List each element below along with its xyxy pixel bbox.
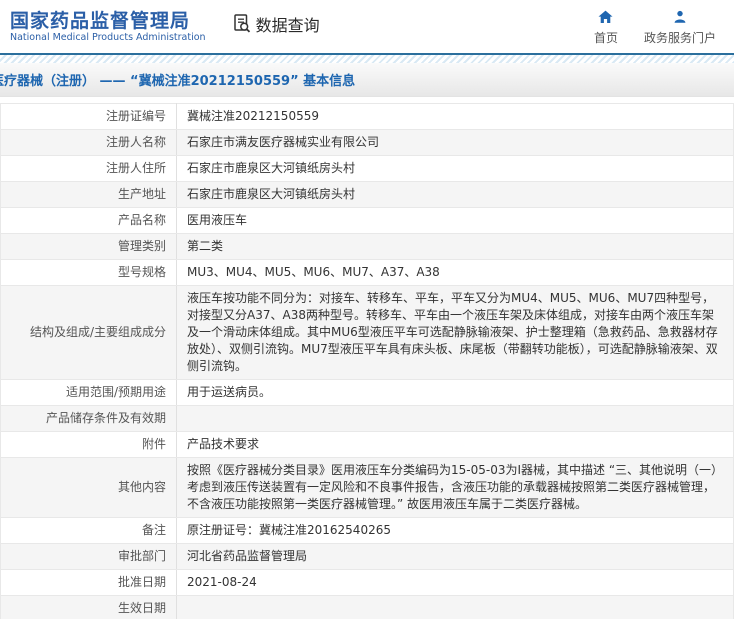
nav-home[interactable]: 首页 <box>594 8 618 46</box>
nav-data-query[interactable]: 数据查询 <box>232 12 320 36</box>
table-row: 批准日期 2021-08-24 <box>0 569 734 596</box>
table-row: 审批部门 河北省药品监督管理局 <box>0 543 734 570</box>
row-label: 产品储存条件及有效期 <box>0 405 177 432</box>
table-row: 其他内容 按照《医疗器械分类目录》医用液压车分类编码为15-05-03为Ⅰ器械，… <box>0 457 734 518</box>
row-label: 管理类别 <box>0 233 177 260</box>
row-label: 型号规格 <box>0 259 177 286</box>
nmpa-logo[interactable]: 国家药品监督管理局 National Medical Products Admi… <box>10 10 206 44</box>
row-value: 医用液压车 <box>176 207 734 234</box>
row-value: 产品技术要求 <box>176 431 734 458</box>
row-label: 注册人住所 <box>0 155 177 182</box>
row-label: 生产地址 <box>0 181 177 208</box>
table-row: 型号规格 MU3、MU4、MU5、MU6、MU7、A37、A38 <box>0 259 734 286</box>
row-value: 原注册证号：冀械注准20162540265 <box>176 517 734 544</box>
table-row: 产品储存条件及有效期 <box>0 405 734 432</box>
table-row: 适用范围/预期用途 用于运送病员。 <box>0 379 734 406</box>
row-label: 备注 <box>0 517 177 544</box>
table-row: 管理类别 第二类 <box>0 233 734 260</box>
row-value: 2021-08-24 <box>176 569 734 596</box>
row-value: 石家庄市满友医疗器械实业有限公司 <box>176 129 734 156</box>
logo-subtitle: National Medical Products Administration <box>10 31 206 43</box>
row-label: 附件 <box>0 431 177 458</box>
nav-data-query-label: 数据查询 <box>255 15 320 35</box>
row-label: 注册证编号 <box>0 103 177 130</box>
row-value: 液压车按功能不同分为：对接车、转移车、平车，平车又分为MU4、MU5、MU6、M… <box>176 285 734 380</box>
row-label: 其他内容 <box>0 457 177 518</box>
row-value: 按照《医疗器械分类目录》医用液压车分类编码为15-05-03为Ⅰ器械，其中描述 … <box>176 457 734 518</box>
row-label: 生效日期 <box>0 595 177 619</box>
table-row: 备注 原注册证号：冀械注准20162540265 <box>0 517 734 544</box>
row-value: 石家庄市鹿泉区大河镇纸房头村 <box>176 181 734 208</box>
table-row: 注册人名称 石家庄市满友医疗器械实业有限公司 <box>0 129 734 156</box>
table-row: 生产地址 石家庄市鹿泉区大河镇纸房头村 <box>0 181 734 208</box>
table-row: 注册证编号 冀械注准20212150559 <box>0 103 734 130</box>
nav-portal-label: 政务服务门户 <box>643 30 716 45</box>
row-value: 石家庄市鹿泉区大河镇纸房头村 <box>176 155 734 182</box>
table-row: 结构及组成/主要组成成分 液压车按功能不同分为：对接车、转移车、平车，平车又分为… <box>0 285 734 380</box>
row-value <box>176 595 734 619</box>
page: 国家药品监督管理局 National Medical Products Admi… <box>0 0 734 619</box>
nav-portal[interactable]: 政务服务门户 <box>644 8 716 46</box>
hatch-band <box>0 55 734 63</box>
user-icon <box>672 8 688 26</box>
row-value: 用于运送病员。 <box>176 379 734 406</box>
nav-home-label: 首页 <box>593 30 618 45</box>
row-label: 审批部门 <box>0 543 177 570</box>
logo-title: 国家药品监督管理局 <box>10 9 191 32</box>
row-value <box>176 405 734 432</box>
row-value: 河北省药品监督管理局 <box>176 543 734 570</box>
row-value: MU3、MU4、MU5、MU6、MU7、A37、A38 <box>176 259 734 286</box>
header-nav: 首页 政务服务门户 <box>594 8 716 46</box>
row-value: 冀械注准20212150559 <box>176 103 734 130</box>
table-row: 生效日期 <box>0 595 734 619</box>
table-row: 产品名称 医用液压车 <box>0 207 734 234</box>
site-header: 国家药品监督管理局 National Medical Products Admi… <box>0 0 734 53</box>
table-wrap: 注册证编号 冀械注准20212150559 注册人名称 石家庄市满友医疗器械实业… <box>0 103 734 619</box>
table-row: 附件 产品技术要求 <box>0 431 734 458</box>
row-label: 结构及组成/主要组成成分 <box>0 285 177 380</box>
breadcrumb-bar: 医疗器械（注册） —— “冀械注准20212150559” 基本信息 <box>0 63 734 97</box>
row-label: 适用范围/预期用途 <box>0 379 177 406</box>
doc-search-icon <box>232 13 252 34</box>
row-label: 产品名称 <box>0 207 177 234</box>
breadcrumb: 医疗器械（注册） —— “冀械注准20212150559” 基本信息 <box>0 74 356 89</box>
table-row: 注册人住所 石家庄市鹿泉区大河镇纸房头村 <box>0 155 734 182</box>
row-label: 注册人名称 <box>0 129 177 156</box>
row-label: 批准日期 <box>0 569 177 596</box>
row-value: 第二类 <box>176 233 734 260</box>
info-table: 注册证编号 冀械注准20212150559 注册人名称 石家庄市满友医疗器械实业… <box>0 103 734 619</box>
home-icon <box>597 8 614 26</box>
